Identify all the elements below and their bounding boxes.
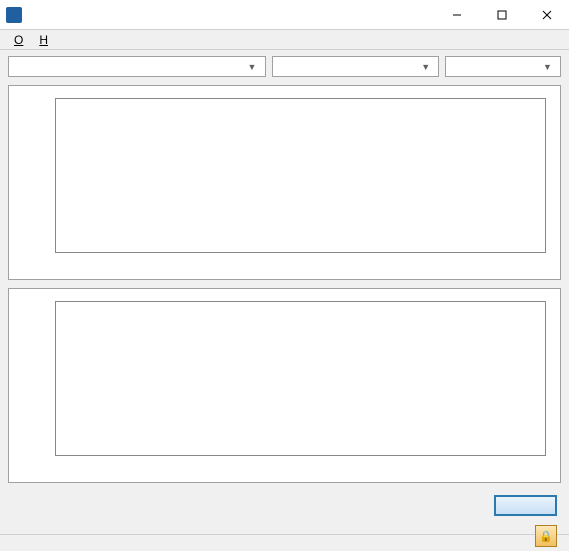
start-button[interactable] (494, 495, 557, 516)
test-dropdown[interactable]: ▼ (445, 56, 561, 77)
metrics-panel: 🔒 (8, 495, 561, 549)
toolbar: ▼ ▼ ▼ (8, 56, 561, 77)
chevron-down-icon: ▼ (244, 62, 261, 72)
menu-help[interactable]: H (33, 32, 54, 48)
chevron-down-icon: ▼ (417, 62, 434, 72)
jitter-row (8, 495, 561, 517)
lock-icon: 🔒 (539, 530, 553, 543)
minimize-button[interactable] (434, 0, 479, 29)
chart-bars (56, 99, 545, 252)
function-dropdown[interactable]: ▼ (272, 56, 440, 77)
chart-plot-area (55, 301, 546, 456)
app-icon (6, 7, 22, 23)
menubar: O H (0, 30, 569, 50)
device-dropdown[interactable]: ▼ (8, 56, 266, 77)
chart-top (8, 85, 561, 280)
close-button[interactable] (524, 0, 569, 29)
chart-plot-area (55, 98, 546, 253)
chart-bars (56, 302, 545, 455)
lock-button[interactable]: 🔒 (535, 525, 557, 547)
titlebar (0, 0, 569, 30)
content-area: ▼ ▼ ▼ 🔒 (0, 50, 569, 534)
menu-options[interactable]: O (8, 32, 29, 48)
chart-bottom (8, 288, 561, 483)
maximize-button[interactable] (479, 0, 524, 29)
peakshift-row (8, 517, 561, 539)
chevron-down-icon: ▼ (539, 62, 556, 72)
